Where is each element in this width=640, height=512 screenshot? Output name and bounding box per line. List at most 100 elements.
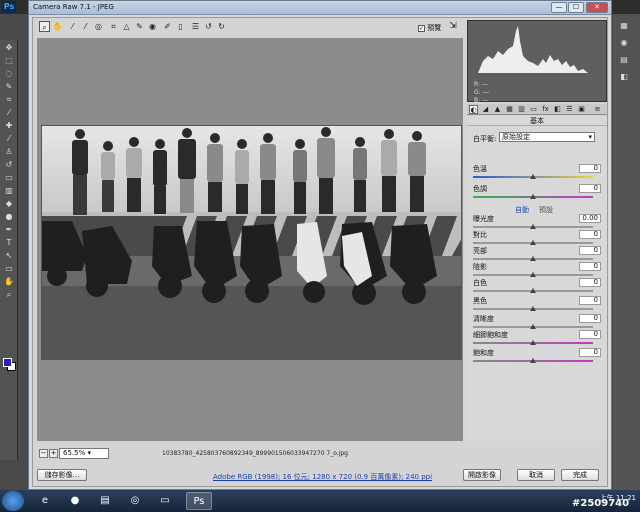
healing-tool-icon[interactable]: ✚ [3, 120, 15, 131]
hand-tool-icon[interactable]: ✋ [52, 21, 63, 32]
brush-tool-icon[interactable]: ⁄ [3, 133, 15, 144]
quick-select-tool-icon[interactable]: ✎ [3, 81, 15, 92]
slider-value-input[interactable]: 0 [579, 348, 601, 357]
close-button[interactable]: ✕ [586, 2, 608, 13]
maximize-button[interactable]: ☐ [568, 2, 584, 13]
file-explorer-icon[interactable]: ▤ [92, 492, 118, 510]
slider-value-input[interactable]: 0 [579, 296, 601, 305]
slider-thumb[interactable] [530, 324, 536, 329]
color-sampler-tool-icon[interactable]: ⁄ [80, 21, 91, 32]
photoshop-taskbar-button[interactable]: Ps [186, 492, 212, 510]
tab-basic-icon[interactable]: ◐ [469, 105, 478, 114]
slider-thumb[interactable] [530, 306, 536, 311]
rotate-cw-icon[interactable]: ↻ [216, 21, 227, 32]
dialog-titlebar[interactable]: Camera Raw 7.1 - JPEG — ☐ ✕ [29, 1, 611, 15]
workflow-options-link[interactable]: Adobe RGB (1998); 16 位元; 1280 x 720 (0.9… [213, 472, 432, 482]
slider-thumb[interactable] [530, 272, 536, 277]
white-balance-tool-icon[interactable]: ⁄ [67, 21, 78, 32]
gradient-tool-icon[interactable]: ▥ [3, 185, 15, 196]
slider-thumb[interactable] [530, 224, 536, 229]
shape-tool-icon[interactable]: ▭ [3, 263, 15, 274]
panel-menu-icon[interactable]: ≡ [593, 105, 602, 114]
foreground-color-swatch[interactable] [3, 358, 12, 367]
zoom-in-button[interactable]: + [49, 449, 58, 458]
targeted-adjustment-tool-icon[interactable]: ◎ [93, 21, 104, 32]
stamp-tool-icon[interactable]: ♙ [3, 146, 15, 157]
slider-value-input[interactable]: 0.00 [579, 214, 601, 223]
slider-thumb[interactable] [530, 174, 536, 179]
minimize-button[interactable]: — [551, 2, 567, 13]
hand-tool-icon[interactable]: ✋ [3, 276, 15, 287]
cancel-button[interactable]: 取消 [517, 469, 555, 481]
move-tool-icon[interactable]: ✥ [3, 42, 15, 53]
zoom-tool-icon[interactable]: ⌕ [3, 289, 15, 300]
tab-tone-curve-icon[interactable]: ◢ [481, 105, 490, 114]
slider-thumb[interactable] [530, 358, 536, 363]
slider-1[interactable]: 色調 0 [473, 184, 603, 204]
slider-6[interactable]: 白色 0 [473, 278, 603, 298]
white-balance-select[interactable]: 原始設定 ▾ [499, 132, 595, 142]
rotate-ccw-icon[interactable]: ↺ [203, 21, 214, 32]
preferences-icon[interactable]: ☰ [190, 21, 201, 32]
lasso-tool-icon[interactable]: ◌ [3, 68, 15, 79]
red-eye-tool-icon[interactable]: ◉ [147, 21, 158, 32]
dodge-tool-icon[interactable]: ● [3, 211, 15, 222]
tab-snapshots-icon[interactable]: ▣ [577, 105, 586, 114]
slider-value-input[interactable]: 0 [579, 164, 601, 173]
chrome-icon[interactable]: ◎ [122, 492, 148, 510]
straighten-tool-icon[interactable]: △ [121, 21, 132, 32]
tab-hsl-icon[interactable]: ▦ [505, 105, 514, 114]
crop-tool-icon[interactable]: ⌗ [3, 94, 15, 105]
preview-checkbox[interactable]: ✓ [418, 24, 425, 32]
slider-9[interactable]: 細節飽和度 0 [473, 330, 603, 350]
tab-camera-calibration-icon[interactable]: ◧ [553, 105, 562, 114]
slider-thumb[interactable] [530, 340, 536, 345]
slider-thumb[interactable] [530, 240, 536, 245]
dock-icon[interactable]: ◉ [618, 37, 630, 48]
tab-split-toning-icon[interactable]: ▥ [517, 105, 526, 114]
save-image-button[interactable]: 儲存影像... [37, 469, 87, 481]
zoom-out-button[interactable]: − [39, 449, 48, 458]
slider-thumb[interactable] [530, 288, 536, 293]
spot-removal-tool-icon[interactable]: ✎ [134, 21, 145, 32]
zoom-level-select[interactable]: 65.5% ▾ [59, 448, 109, 459]
done-button[interactable]: 完成 [561, 469, 599, 481]
slider-7[interactable]: 黑色 0 [473, 296, 603, 316]
window-icon[interactable]: ▭ [152, 492, 178, 510]
slider-10[interactable]: 飽和度 0 [473, 348, 603, 368]
preview-toggle[interactable]: ✓ 預覽 [418, 23, 441, 33]
blur-tool-icon[interactable]: ◆ [3, 198, 15, 209]
history-brush-icon[interactable]: ↺ [3, 159, 15, 170]
eraser-tool-icon[interactable]: ▭ [3, 172, 15, 183]
slider-value-input[interactable]: 0 [579, 314, 601, 323]
dock-icon[interactable]: ◧ [618, 71, 630, 82]
image-preview-area[interactable] [37, 38, 463, 441]
tab-effects-icon[interactable]: fx [541, 105, 550, 114]
type-tool-icon[interactable]: T [3, 237, 15, 248]
slider-value-input[interactable]: 0 [579, 278, 601, 287]
start-button[interactable] [2, 491, 24, 511]
slider-value-input[interactable]: 0 [579, 184, 601, 193]
photo-preview[interactable] [41, 125, 462, 360]
slider-value-input[interactable]: 0 [579, 330, 601, 339]
zoom-tool-icon[interactable]: ⌕ [39, 21, 50, 32]
slider-value-input[interactable]: 0 [579, 262, 601, 271]
internet-explorer-icon[interactable]: e [32, 492, 58, 510]
dock-icon[interactable]: ▤ [618, 54, 630, 65]
dock-icon[interactable]: ▦ [618, 20, 630, 31]
graduated-filter-icon[interactable]: ▯ [175, 21, 186, 32]
tab-lens-icon[interactable]: ▭ [529, 105, 538, 114]
pen-tool-icon[interactable]: ✒ [3, 224, 15, 235]
slider-value-input[interactable]: 0 [579, 230, 601, 239]
eyedropper-tool-icon[interactable]: ⁄ [3, 107, 15, 118]
tab-detail-icon[interactable]: ▲ [493, 105, 502, 114]
open-image-button[interactable]: 開啟影像 [463, 469, 501, 481]
fullscreen-icon[interactable]: ⇲ [447, 21, 459, 33]
slider-0[interactable]: 色溫 0 [473, 164, 603, 184]
path-select-icon[interactable]: ↖ [3, 250, 15, 261]
slider-value-input[interactable]: 0 [579, 246, 601, 255]
tab-presets-icon[interactable]: ☰ [565, 105, 574, 114]
crop-tool-icon[interactable]: ⌗ [108, 21, 119, 32]
slider-thumb[interactable] [530, 256, 536, 261]
media-player-icon[interactable]: ● [62, 492, 88, 510]
